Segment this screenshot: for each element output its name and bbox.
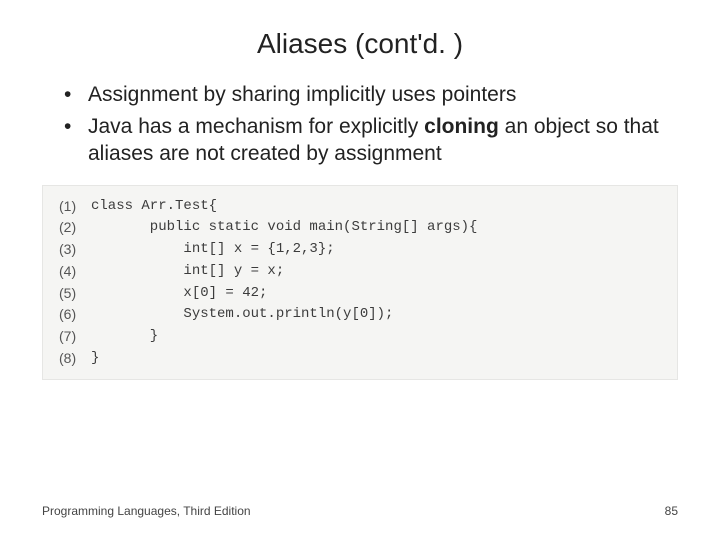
code-text: int[] y = x; xyxy=(91,261,284,283)
code-line: (2) public static void main(String[] arg… xyxy=(59,217,661,239)
page-number: 85 xyxy=(665,504,678,518)
slide: Aliases (cont'd. ) Assignment by sharing… xyxy=(0,0,720,540)
line-number: (5) xyxy=(59,283,91,305)
bullet-item: Java has a mechanism for explicitly clon… xyxy=(64,114,678,167)
line-number: (6) xyxy=(59,304,91,326)
code-text: } xyxy=(91,348,99,370)
line-number: (1) xyxy=(59,196,91,218)
code-line: (6) System.out.println(y[0]); xyxy=(59,304,661,326)
line-number: (7) xyxy=(59,326,91,348)
code-text: } xyxy=(91,326,158,348)
bullet-text-bold: cloning xyxy=(424,115,499,138)
slide-title: Aliases (cont'd. ) xyxy=(0,0,720,82)
code-text: int[] x = {1,2,3}; xyxy=(91,239,335,261)
code-text: public static void main(String[] args){ xyxy=(91,217,477,239)
bullet-item: Assignment by sharing implicitly uses po… xyxy=(64,82,678,108)
line-number: (8) xyxy=(59,348,91,370)
code-line: (4) int[] y = x; xyxy=(59,261,661,283)
line-number: (4) xyxy=(59,261,91,283)
bullet-list: Assignment by sharing implicitly uses po… xyxy=(0,82,720,167)
footer: Programming Languages, Third Edition 85 xyxy=(42,504,678,518)
code-line: (7) } xyxy=(59,326,661,348)
code-line: (8)} xyxy=(59,348,661,370)
code-line: (3) int[] x = {1,2,3}; xyxy=(59,239,661,261)
code-text: System.out.println(y[0]); xyxy=(91,304,393,326)
bullet-text-pre: Java has a mechanism for explicitly xyxy=(88,115,424,138)
code-line: (5) x[0] = 42; xyxy=(59,283,661,305)
code-text: class Arr.Test{ xyxy=(91,196,217,218)
code-text: x[0] = 42; xyxy=(91,283,267,305)
footer-text-left: Programming Languages, Third Edition xyxy=(42,504,251,518)
code-figure: (1)class Arr.Test{ (2) public static voi… xyxy=(42,185,678,381)
line-number: (2) xyxy=(59,217,91,239)
bullet-text: Assignment by sharing implicitly uses po… xyxy=(88,83,516,106)
line-number: (3) xyxy=(59,239,91,261)
code-line: (1)class Arr.Test{ xyxy=(59,196,661,218)
